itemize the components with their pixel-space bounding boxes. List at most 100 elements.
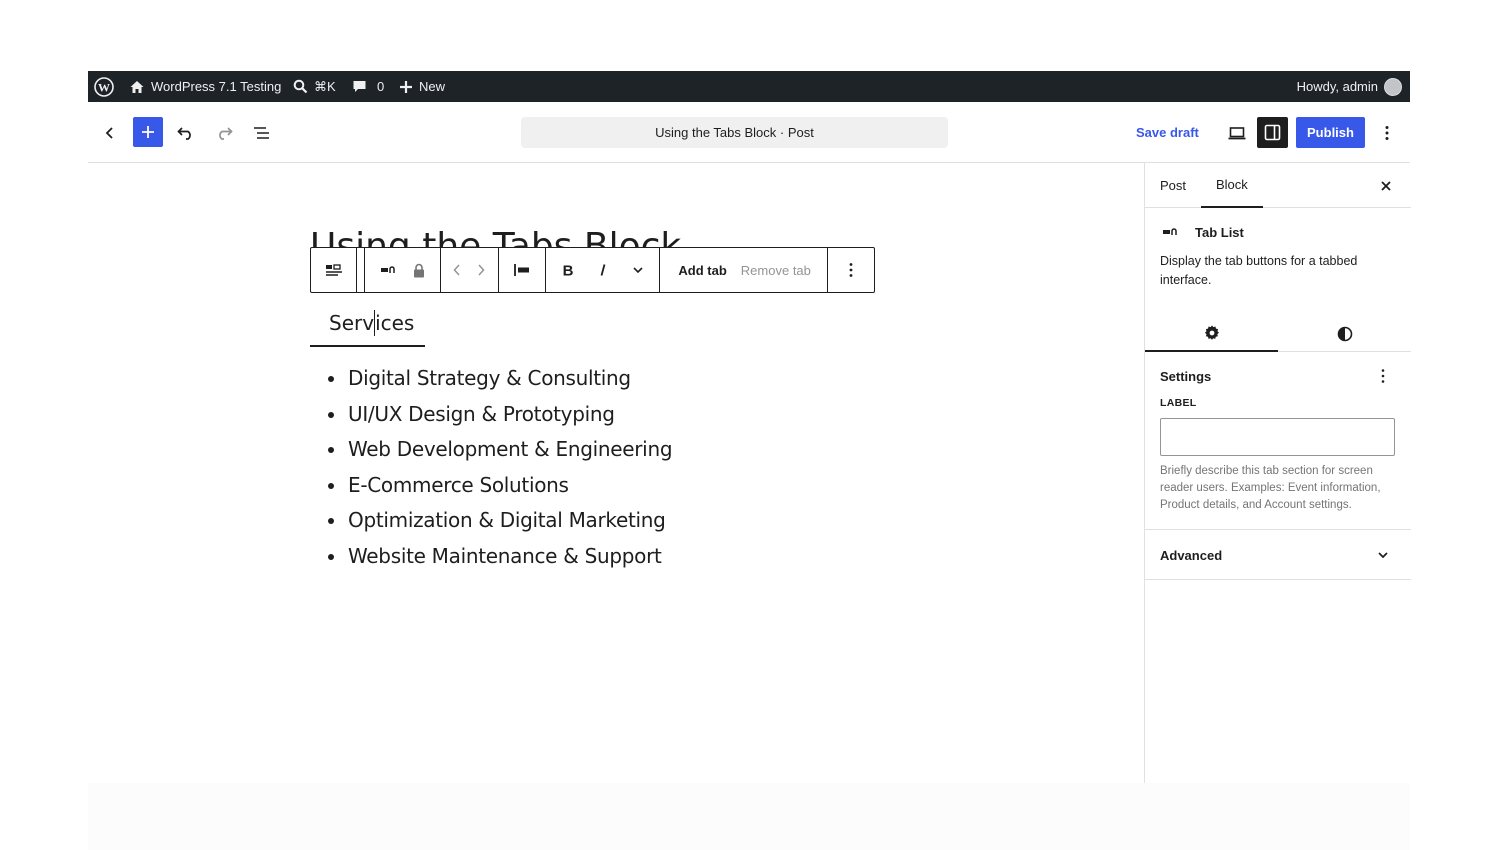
more-formats-button[interactable] — [620, 248, 656, 292]
tab-label-start: Serv — [329, 310, 375, 335]
settings-options-button[interactable] — [1375, 366, 1391, 386]
settings-panel: Settings LABEL Briefly describe this tab… — [1145, 352, 1411, 530]
tab-block[interactable]: Block — [1201, 163, 1263, 208]
move-right-button[interactable] — [469, 248, 493, 292]
label-help-text: Briefly describe this tab section for sc… — [1160, 465, 1381, 511]
tab-label-end: ices — [375, 310, 415, 335]
editor-footer-area — [88, 783, 1410, 850]
greeting: Howdy, admin — [1296, 79, 1378, 94]
preview-button[interactable] — [1222, 117, 1252, 148]
bold-button[interactable]: B — [550, 248, 586, 292]
document-title: Using the Tabs Block · Post — [655, 125, 814, 140]
settings-toggle-button[interactable] — [1257, 117, 1288, 148]
list-item: Website Maintenance & Support — [328, 539, 672, 575]
comments-count: 0 — [377, 79, 385, 94]
chevron-right-icon — [476, 263, 486, 277]
toolbar-group-parent — [311, 248, 357, 292]
chevron-down-icon — [1373, 547, 1393, 563]
list-item: Optimization & Digital Marketing — [328, 503, 672, 539]
comment-icon — [352, 79, 367, 94]
remove-tab-button[interactable]: Remove tab — [734, 248, 818, 292]
list-item: Digital Strategy & Consulting — [328, 361, 672, 397]
publish-button[interactable]: Publish — [1296, 117, 1365, 148]
plus-icon — [141, 125, 155, 139]
justification-button[interactable] — [502, 248, 542, 292]
sidebar-tabs: Post Block — [1145, 163, 1411, 208]
desktop-preview-icon — [1228, 126, 1246, 140]
inspector-tabs — [1145, 315, 1411, 352]
document-overview-button[interactable] — [250, 117, 274, 148]
search-icon — [293, 79, 308, 94]
lock-icon — [413, 263, 425, 278]
italic-button[interactable] — [586, 248, 620, 292]
avatar — [1384, 77, 1402, 96]
back-chevron-icon — [103, 126, 117, 140]
italic-icon — [598, 263, 608, 277]
more-vertical-icon — [849, 262, 853, 278]
list-item: E-Commerce Solutions — [328, 468, 672, 504]
services-list[interactable]: Digital Strategy & Consulting UI/UX Desi… — [328, 361, 673, 575]
settings-panel-title: Settings — [1160, 369, 1212, 384]
toolbar-group-tabs: Add tab Remove tab — [660, 248, 829, 292]
select-parent-button[interactable] — [311, 248, 356, 292]
label-field-label: LABEL — [1160, 397, 1197, 409]
advanced-panel-toggle[interactable]: Advanced — [1145, 530, 1411, 580]
tab-services[interactable]: Serv ices — [310, 300, 425, 347]
tabs-parent-icon — [325, 263, 343, 277]
move-left-button[interactable] — [445, 248, 469, 292]
tab-styles[interactable] — [1278, 315, 1411, 352]
editor-canvas: Using the Tabs Block B Add tab Remove ta… — [88, 163, 1144, 783]
save-draft-button[interactable]: Save draft — [1136, 117, 1199, 148]
document-overview-icon — [253, 126, 271, 140]
toolbar-group-justify — [499, 248, 546, 292]
lock-button[interactable] — [405, 248, 433, 292]
list-item: Web Development & Engineering — [328, 432, 673, 468]
justify-left-icon — [513, 263, 531, 277]
block-toolbar: B Add tab Remove tab — [310, 247, 875, 293]
advanced-panel-title: Advanced — [1160, 548, 1223, 563]
label-input[interactable] — [1160, 418, 1395, 456]
toolbar-group-movers — [441, 248, 499, 292]
svg-text:B: B — [562, 263, 573, 277]
undo-icon — [177, 126, 195, 140]
new-label: New — [419, 79, 446, 94]
toolbar-group-block — [364, 248, 441, 292]
tab-list-icon — [380, 265, 398, 275]
tab-settings[interactable] — [1145, 315, 1278, 352]
comments-link[interactable]: 0 — [352, 71, 384, 102]
back-button[interactable] — [98, 117, 122, 148]
site-name: WordPress 7.1 Testing — [151, 79, 282, 94]
bold-icon: B — [562, 263, 574, 277]
block-inserter-button[interactable] — [133, 117, 163, 147]
toolbar-group-options — [828, 248, 874, 292]
editor-window: W WordPress 7.1 Testing ⌘K 0 New Howdy, … — [88, 71, 1411, 850]
settings-panel-icon — [1264, 124, 1281, 141]
block-options-button[interactable] — [831, 248, 871, 292]
block-description: Display the tab buttons for a tabbed int… — [1160, 254, 1358, 287]
document-bar[interactable]: Using the Tabs Block · Post — [521, 117, 948, 148]
wordpress-logo-button[interactable]: W — [94, 71, 114, 102]
settings-sidebar: Post Block Tab List Display the tab butt… — [1144, 163, 1411, 783]
add-tab-button[interactable]: Add tab — [671, 248, 733, 292]
block-name: Tab List — [1195, 225, 1244, 240]
plus-icon — [399, 80, 413, 94]
my-account-link[interactable]: Howdy, admin — [1297, 71, 1402, 102]
redo-button[interactable] — [212, 117, 236, 148]
redo-icon — [215, 126, 233, 140]
admin-bar: W WordPress 7.1 Testing ⌘K 0 New Howdy, … — [88, 71, 1410, 102]
search-shortcut: ⌘K — [314, 78, 336, 94]
undo-button[interactable] — [174, 117, 198, 148]
new-content-link[interactable]: New — [399, 71, 445, 102]
more-vertical-icon — [1385, 125, 1389, 141]
tab-list-icon — [1162, 227, 1180, 237]
command-search-button[interactable]: ⌘K — [293, 71, 336, 102]
gear-icon — [1204, 324, 1220, 341]
block-type-button[interactable] — [373, 248, 405, 292]
list-item: UI/UX Design & Prototyping — [328, 397, 672, 433]
site-name-link[interactable]: WordPress 7.1 Testing — [129, 71, 281, 102]
tab-post[interactable]: Post — [1160, 163, 1186, 208]
close-icon — [1380, 180, 1392, 192]
more-vertical-icon — [1381, 368, 1385, 384]
close-sidebar-button[interactable] — [1375, 175, 1397, 197]
options-menu-button[interactable] — [1377, 117, 1397, 148]
